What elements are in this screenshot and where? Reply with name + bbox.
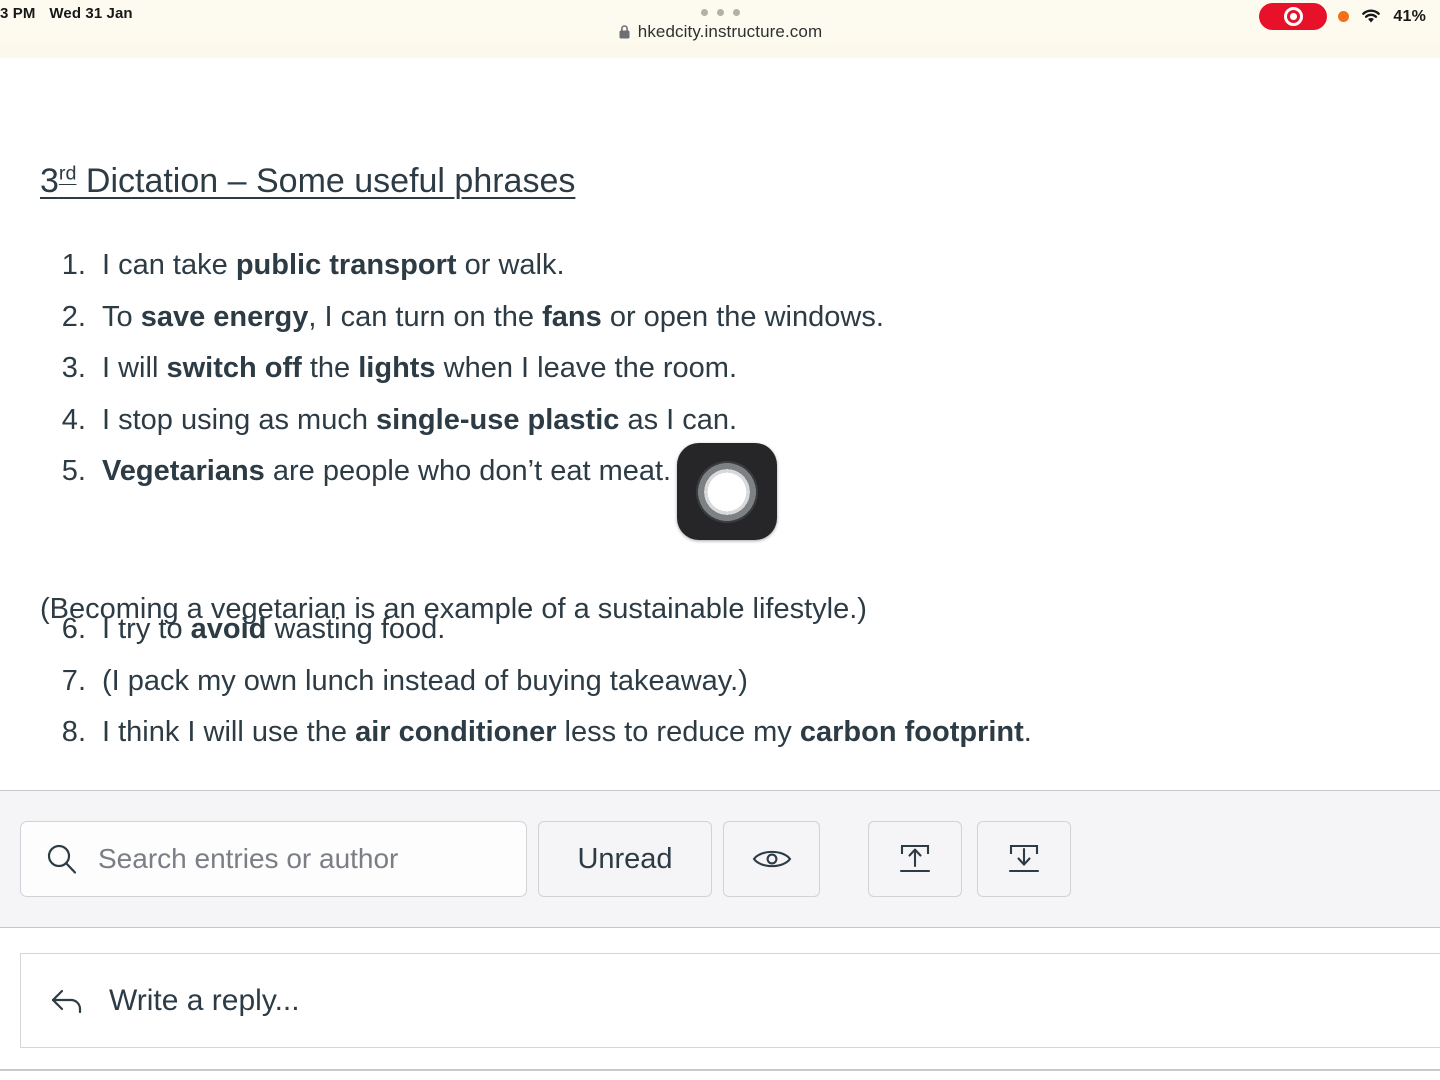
collapse-threads-button[interactable]	[868, 821, 962, 897]
write-reply-placeholder: Write a reply...	[109, 983, 300, 1017]
emphasis-text: switch off	[166, 352, 302, 384]
plain-text: I try to	[102, 613, 191, 645]
status-bar-right: 41%	[1259, 3, 1426, 30]
emphasis-text: air conditioner	[355, 716, 557, 748]
page-title-ordinal: rd	[58, 162, 77, 185]
plain-text: the	[301, 352, 359, 384]
list-item: To save energy, I can turn on the fans o…	[94, 292, 1434, 344]
plain-text: , I can turn on the	[308, 300, 543, 333]
plain-text: I stop using as much	[102, 403, 377, 436]
reply-zone: Write a reply...	[0, 928, 1440, 1080]
page-title: 3rd Dictation – Some useful phrases	[40, 162, 575, 201]
reply-arrow-icon	[51, 989, 82, 1013]
camera-lens-icon	[696, 460, 758, 523]
list-item: I stop using as much single-use plastic …	[94, 395, 1434, 447]
list-item: I think I will use the air conditioner l…	[48, 707, 1434, 759]
plain-text: To	[102, 300, 141, 333]
battery-percentage: 41%	[1393, 7, 1426, 25]
status-date: Wed 31 Jan	[49, 5, 133, 22]
search-icon	[47, 844, 77, 874]
plain-text: as I can.	[619, 403, 738, 436]
camera-lens-overlay[interactable]	[677, 443, 777, 540]
plain-text: or open the windows.	[601, 300, 884, 333]
plain-text: I will	[102, 352, 167, 384]
plain-text: less to reduce my	[556, 716, 800, 748]
plain-text: .	[1023, 716, 1032, 748]
emphasis-text: avoid	[190, 613, 267, 645]
emphasis-text: single-use plastic	[376, 403, 620, 436]
orange-dot-indicator-icon	[1338, 11, 1350, 22]
page-title-prefix: 3	[40, 162, 59, 200]
phrase-list-part-2: I try to avoid wasting food. (I pack my o…	[40, 604, 1434, 759]
emphasis-text: Vegetarians	[102, 455, 265, 487]
plain-text: or walk.	[456, 249, 565, 281]
unread-filter-button[interactable]: Unread	[538, 821, 712, 897]
status-bar: 3 PM Wed 31 Jan 41%	[0, 0, 1440, 58]
plain-text: are people who don’t eat meat.	[264, 455, 672, 487]
search-input[interactable]: Search entries or author	[98, 843, 398, 875]
list-item: I try to avoid wasting food.	[48, 604, 1434, 656]
emphasis-text: fans	[542, 300, 602, 333]
status-bar-left: 3 PM Wed 31 Jan	[0, 5, 133, 22]
bottom-divider	[0, 1069, 1440, 1071]
plain-text: when I leave the room.	[435, 352, 738, 384]
discussion-content: 3rd Dictation – Some useful phrases I ca…	[0, 58, 1440, 790]
emphasis-text: carbon footprint	[799, 716, 1024, 748]
discussion-toolbar: Search entries or author Unread	[0, 790, 1440, 928]
search-entries-box[interactable]: Search entries or author	[20, 821, 527, 897]
plain-text: I can take	[102, 249, 236, 281]
write-reply-box[interactable]: Write a reply...	[20, 953, 1440, 1048]
ipad-browser-screen: 3 PM Wed 31 Jan 41% hkedcity.instructure…	[0, 0, 1440, 1080]
plain-text: wasting food.	[266, 613, 446, 645]
status-time: 3 PM	[0, 5, 36, 22]
collapse-up-icon	[899, 844, 931, 873]
emphasis-text: save energy	[140, 300, 309, 333]
page-title-rest: Dictation – Some useful phrases	[76, 162, 576, 200]
list-item: I will switch off the lights when I leav…	[94, 343, 1434, 395]
list-item: I can take public transport or walk.	[94, 240, 1434, 292]
emphasis-text: public transport	[235, 249, 457, 281]
mark-all-read-button[interactable]	[723, 821, 820, 897]
unread-filter-label: Unread	[577, 842, 673, 875]
emphasis-text: lights	[358, 352, 436, 384]
expand-threads-button[interactable]	[977, 821, 1071, 897]
plain-text: I think I will use the	[102, 716, 356, 748]
note-pack-own-lunch: (I pack my own lunch instead of buying t…	[48, 656, 748, 707]
expand-down-icon	[1008, 844, 1040, 873]
wifi-icon	[1362, 9, 1381, 23]
eye-icon	[752, 850, 791, 868]
record-circle-icon[interactable]	[1259, 3, 1328, 30]
